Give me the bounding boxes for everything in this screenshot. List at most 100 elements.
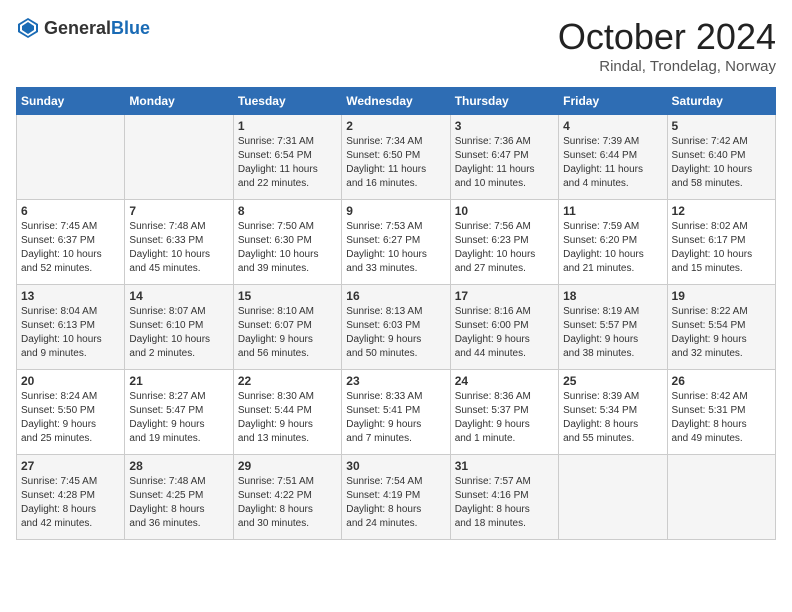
col-friday: Friday <box>559 88 667 115</box>
day-number: 24 <box>455 374 554 388</box>
day-number: 18 <box>563 289 662 303</box>
day-info: Sunrise: 7:53 AM Sunset: 6:27 PM Dayligh… <box>346 220 445 276</box>
day-info: Sunrise: 7:31 AM Sunset: 6:54 PM Dayligh… <box>238 135 337 191</box>
day-number: 5 <box>672 119 771 133</box>
day-number: 22 <box>238 374 337 388</box>
calendar-table: Sunday Monday Tuesday Wednesday Thursday… <box>16 87 776 540</box>
logo-icon <box>16 16 40 40</box>
day-info: Sunrise: 8:33 AM Sunset: 5:41 PM Dayligh… <box>346 390 445 446</box>
day-info: Sunrise: 8:22 AM Sunset: 5:54 PM Dayligh… <box>672 305 771 361</box>
calendar-cell <box>559 455 667 540</box>
day-number: 8 <box>238 204 337 218</box>
day-number: 15 <box>238 289 337 303</box>
calendar-cell: 19 Sunrise: 8:22 AM Sunset: 5:54 PM Dayli… <box>667 285 775 370</box>
day-number: 9 <box>346 204 445 218</box>
title-section: October 2024 Rindal, Trondelag, Norway <box>558 16 776 75</box>
day-number: 3 <box>455 119 554 133</box>
day-info: Sunrise: 7:48 AM Sunset: 6:33 PM Dayligh… <box>129 220 228 276</box>
logo: GeneralBlue <box>16 16 150 40</box>
day-info: Sunrise: 7:42 AM Sunset: 6:40 PM Dayligh… <box>672 135 771 191</box>
col-sunday: Sunday <box>17 88 125 115</box>
calendar-body: 1 Sunrise: 7:31 AM Sunset: 6:54 PM Daylig… <box>17 115 776 540</box>
calendar-week-3: 13Sunrise: 8:04 AM Sunset: 6:13 PM Dayli… <box>17 285 776 370</box>
calendar-header: Sunday Monday Tuesday Wednesday Thursday… <box>17 88 776 115</box>
calendar-cell: 30 Sunrise: 7:54 AM Sunset: 4:19 PM Dayli… <box>342 455 450 540</box>
day-info: Sunrise: 8:13 AM Sunset: 6:03 PM Dayligh… <box>346 305 445 361</box>
day-info: Sunrise: 8:07 AM Sunset: 6:10 PM Dayligh… <box>129 305 228 361</box>
day-number: 12 <box>672 204 771 218</box>
day-number: 20 <box>21 374 120 388</box>
calendar-cell: 14Sunrise: 8:07 AM Sunset: 6:10 PM Dayli… <box>125 285 233 370</box>
calendar-cell: 15 Sunrise: 8:10 AM Sunset: 6:07 PM Dayli… <box>233 285 341 370</box>
day-number: 30 <box>346 459 445 473</box>
day-number: 16 <box>346 289 445 303</box>
col-tuesday: Tuesday <box>233 88 341 115</box>
calendar-cell: 20 Sunrise: 8:24 AM Sunset: 5:50 PM Dayli… <box>17 370 125 455</box>
day-number: 29 <box>238 459 337 473</box>
calendar-cell: 26 Sunrise: 8:42 AM Sunset: 5:31 PM Dayli… <box>667 370 775 455</box>
calendar-cell: 7 Sunrise: 7:48 AM Sunset: 6:33 PM Daylig… <box>125 200 233 285</box>
calendar-cell: 22 Sunrise: 8:30 AM Sunset: 5:44 PM Dayli… <box>233 370 341 455</box>
calendar-cell: 18Sunrise: 8:19 AM Sunset: 5:57 PM Dayli… <box>559 285 667 370</box>
calendar-cell: 21 Sunrise: 8:27 AM Sunset: 5:47 PM Dayli… <box>125 370 233 455</box>
calendar-week-2: 6 Sunrise: 7:45 AM Sunset: 6:37 PM Daylig… <box>17 200 776 285</box>
month-title: October 2024 <box>558 16 776 58</box>
calendar-week-1: 1 Sunrise: 7:31 AM Sunset: 6:54 PM Daylig… <box>17 115 776 200</box>
day-number: 28 <box>129 459 228 473</box>
calendar-cell: 23Sunrise: 8:33 AM Sunset: 5:41 PM Dayli… <box>342 370 450 455</box>
calendar-cell: 16 Sunrise: 8:13 AM Sunset: 6:03 PM Dayli… <box>342 285 450 370</box>
calendar-cell: 25Sunrise: 8:39 AM Sunset: 5:34 PM Dayli… <box>559 370 667 455</box>
day-info: Sunrise: 8:30 AM Sunset: 5:44 PM Dayligh… <box>238 390 337 446</box>
day-info: Sunrise: 7:45 AM Sunset: 4:28 PM Dayligh… <box>21 475 120 531</box>
calendar-cell: 27 Sunrise: 7:45 AM Sunset: 4:28 PM Dayli… <box>17 455 125 540</box>
day-info: Sunrise: 8:10 AM Sunset: 6:07 PM Dayligh… <box>238 305 337 361</box>
calendar-cell: 4 Sunrise: 7:39 AM Sunset: 6:44 PM Daylig… <box>559 115 667 200</box>
day-info: Sunrise: 7:54 AM Sunset: 4:19 PM Dayligh… <box>346 475 445 531</box>
day-info: Sunrise: 7:34 AM Sunset: 6:50 PM Dayligh… <box>346 135 445 191</box>
day-info: Sunrise: 8:27 AM Sunset: 5:47 PM Dayligh… <box>129 390 228 446</box>
day-info: Sunrise: 7:56 AM Sunset: 6:23 PM Dayligh… <box>455 220 554 276</box>
day-number: 27 <box>21 459 120 473</box>
day-number: 11 <box>563 204 662 218</box>
day-info: Sunrise: 7:45 AM Sunset: 6:37 PM Dayligh… <box>21 220 120 276</box>
day-info: Sunrise: 8:42 AM Sunset: 5:31 PM Dayligh… <box>672 390 771 446</box>
day-number: 10 <box>455 204 554 218</box>
day-number: 19 <box>672 289 771 303</box>
calendar-week-5: 27 Sunrise: 7:45 AM Sunset: 4:28 PM Dayli… <box>17 455 776 540</box>
calendar-cell: 9 Sunrise: 7:53 AM Sunset: 6:27 PM Daylig… <box>342 200 450 285</box>
day-number: 26 <box>672 374 771 388</box>
logo-general: General <box>44 18 111 38</box>
calendar-cell: 29Sunrise: 7:51 AM Sunset: 4:22 PM Dayli… <box>233 455 341 540</box>
calendar-cell: 10 Sunrise: 7:56 AM Sunset: 6:23 PM Dayli… <box>450 200 558 285</box>
day-info: Sunrise: 8:04 AM Sunset: 6:13 PM Dayligh… <box>21 305 120 361</box>
day-number: 21 <box>129 374 228 388</box>
day-number: 1 <box>238 119 337 133</box>
calendar-cell: 1 Sunrise: 7:31 AM Sunset: 6:54 PM Daylig… <box>233 115 341 200</box>
calendar-cell: 12Sunrise: 8:02 AM Sunset: 6:17 PM Dayli… <box>667 200 775 285</box>
day-info: Sunrise: 7:39 AM Sunset: 6:44 PM Dayligh… <box>563 135 662 191</box>
logo-blue: Blue <box>111 18 150 38</box>
day-info: Sunrise: 8:24 AM Sunset: 5:50 PM Dayligh… <box>21 390 120 446</box>
calendar-cell: 11 Sunrise: 7:59 AM Sunset: 6:20 PM Dayli… <box>559 200 667 285</box>
day-number: 2 <box>346 119 445 133</box>
header-row: Sunday Monday Tuesday Wednesday Thursday… <box>17 88 776 115</box>
calendar-cell: 8 Sunrise: 7:50 AM Sunset: 6:30 PM Daylig… <box>233 200 341 285</box>
day-info: Sunrise: 7:36 AM Sunset: 6:47 PM Dayligh… <box>455 135 554 191</box>
day-number: 4 <box>563 119 662 133</box>
page-header: GeneralBlue October 2024 Rindal, Trondel… <box>16 16 776 75</box>
day-number: 7 <box>129 204 228 218</box>
day-info: Sunrise: 7:57 AM Sunset: 4:16 PM Dayligh… <box>455 475 554 531</box>
day-info: Sunrise: 8:39 AM Sunset: 5:34 PM Dayligh… <box>563 390 662 446</box>
day-number: 6 <box>21 204 120 218</box>
calendar-cell: 28Sunrise: 7:48 AM Sunset: 4:25 PM Dayli… <box>125 455 233 540</box>
col-monday: Monday <box>125 88 233 115</box>
calendar-cell: 5 Sunrise: 7:42 AM Sunset: 6:40 PM Daylig… <box>667 115 775 200</box>
day-info: Sunrise: 8:16 AM Sunset: 6:00 PM Dayligh… <box>455 305 554 361</box>
calendar-cell: 24Sunrise: 8:36 AM Sunset: 5:37 PM Dayli… <box>450 370 558 455</box>
calendar-cell: 13Sunrise: 8:04 AM Sunset: 6:13 PM Dayli… <box>17 285 125 370</box>
day-info: Sunrise: 7:50 AM Sunset: 6:30 PM Dayligh… <box>238 220 337 276</box>
calendar-cell: 6 Sunrise: 7:45 AM Sunset: 6:37 PM Daylig… <box>17 200 125 285</box>
calendar-cell <box>17 115 125 200</box>
col-thursday: Thursday <box>450 88 558 115</box>
day-info: Sunrise: 7:59 AM Sunset: 6:20 PM Dayligh… <box>563 220 662 276</box>
